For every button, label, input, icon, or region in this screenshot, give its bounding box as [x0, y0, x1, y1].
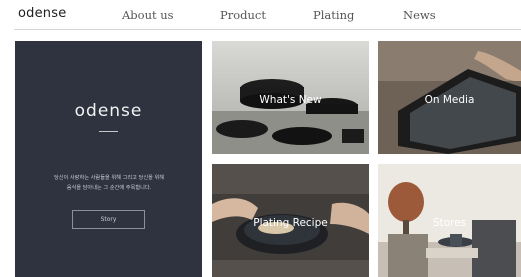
tile-plating-recipe[interactable]: Plating Recipe	[212, 164, 369, 277]
story-button[interactable]: Story	[72, 210, 145, 229]
brand-name: odense	[74, 101, 143, 121]
nav-product[interactable]: Product	[220, 8, 266, 22]
brand-divider	[99, 131, 118, 132]
brand-tagline: 당신이 사랑하는 사람들을 위해 그리고 당신을 위해 음식을 담아내는 그 순…	[29, 173, 189, 193]
brand-tagline-line-2: 음식을 담아내는 그 순간에 주목합니다.	[66, 185, 152, 191]
tile-whats-new[interactable]: What's New	[212, 41, 369, 154]
nav-about-us[interactable]: About us	[122, 8, 174, 22]
tile-label-whats-new: What's New	[259, 94, 322, 106]
brand-panel: odense 당신이 사랑하는 사람들을 위해 그리고 당신을 위해 음식을 담…	[15, 41, 202, 277]
nav-news[interactable]: News	[403, 8, 436, 22]
nav-plating[interactable]: Plating	[313, 8, 354, 22]
tile-on-media[interactable]: On Media	[378, 41, 521, 154]
tile-label-stores: Stores	[432, 217, 467, 229]
header-divider	[14, 29, 521, 30]
tile-label-plating-recipe: Plating Recipe	[253, 217, 328, 229]
tile-stores[interactable]: Stores	[378, 164, 521, 277]
brand-tagline-line-1: 당신이 사랑하는 사람들을 위해 그리고 당신을 위해	[53, 175, 165, 181]
site-header: odense About us Product Plating News	[0, 0, 521, 30]
tile-label-on-media: On Media	[424, 94, 475, 106]
logo[interactable]: odense	[18, 6, 66, 21]
